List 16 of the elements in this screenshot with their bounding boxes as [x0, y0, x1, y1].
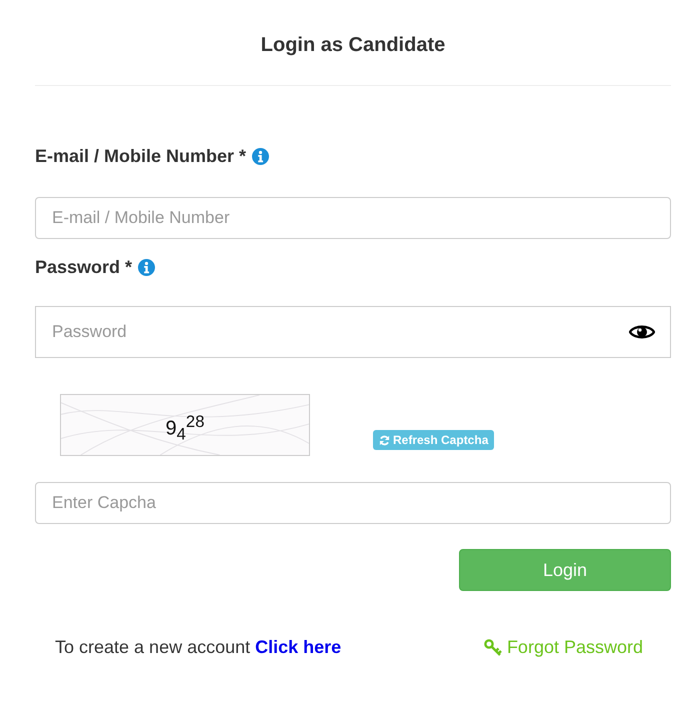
password-field[interactable]: Password: [35, 306, 671, 358]
form-title: Login as Candidate: [260, 33, 446, 58]
email-field[interactable]: E-mail / Mobile Number: [35, 197, 671, 239]
info-icon[interactable]: [138, 258, 156, 276]
login-button[interactable]: Login: [459, 549, 671, 591]
info-icon[interactable]: [252, 148, 270, 164]
forgot-password-link[interactable]: Forgot Password: [484, 637, 643, 658]
refresh-icon: [379, 434, 390, 446]
field-label: Password *: [35, 256, 132, 278]
captcha-field[interactable]: Enter Capcha: [35, 482, 671, 524]
field-label: E-mail / Mobile Number *: [35, 146, 246, 166]
click-here-link[interactable]: Click here: [255, 637, 342, 658]
create-account-text: To create a new account: [55, 637, 250, 658]
refresh-captcha-button[interactable]: Refresh Captcha: [373, 430, 494, 450]
eye-icon[interactable]: [629, 323, 655, 341]
key-icon: [484, 638, 502, 656]
